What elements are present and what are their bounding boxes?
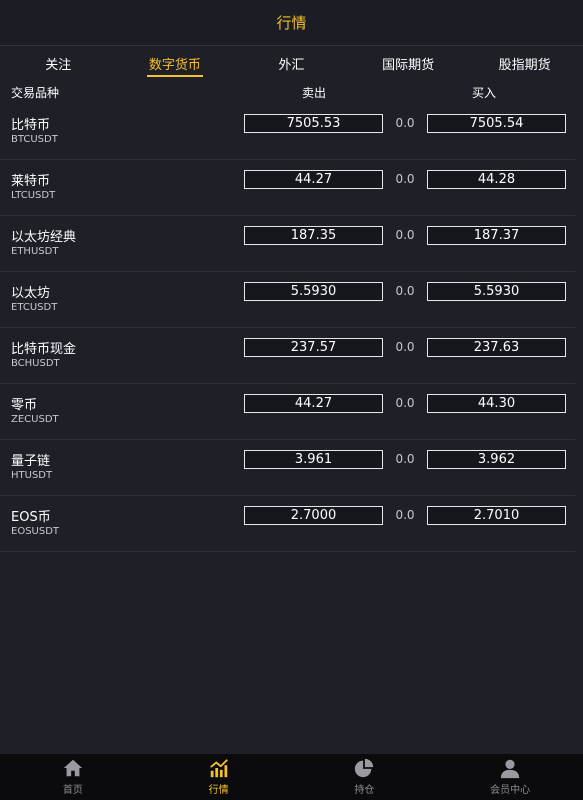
nav-label: 行情	[208, 785, 229, 796]
instrument-name: 比特币现金	[11, 342, 77, 357]
instrument-code: EOSUSDT	[11, 526, 60, 537]
quote-row[interactable]: 比特币现金 BCHUSDT 237.57 0.0 237.63	[0, 328, 575, 384]
home-icon	[63, 759, 83, 777]
column-header: 交易品种 卖出 买入	[0, 80, 583, 104]
page-title: 行情	[276, 14, 307, 32]
tab-label: 股指期货	[498, 57, 551, 73]
market-tabs: 关注 数字货币 外汇 国际期货 股指期货	[0, 46, 583, 80]
buy-price-button[interactable]: 187.37	[427, 226, 566, 245]
instrument-name: EOS币	[11, 510, 51, 525]
nav-label: 持仓	[354, 785, 375, 796]
tab-label: 外汇	[278, 57, 305, 73]
instrument-name: 比特币	[11, 118, 51, 133]
instrument-code: BTCUSDT	[11, 134, 58, 145]
column-buy-header: 买入	[471, 86, 496, 100]
quote-row[interactable]: 零币 ZECUSDT 44.27 0.0 44.30	[0, 384, 575, 440]
price-change: 0.0	[395, 116, 415, 130]
instrument-name: 莱特币	[11, 174, 51, 189]
sell-price-button[interactable]: 237.57	[244, 338, 383, 357]
instrument-name: 量子链	[11, 454, 51, 469]
instrument-code: ZECUSDT	[11, 414, 59, 425]
instrument-code: BCHUSDT	[11, 358, 60, 369]
tab-intl-futures[interactable]: 国际期货	[350, 46, 467, 80]
quote-list: 比特币 BTCUSDT 7505.53 0.0 7505.54 莱特币 LTCU…	[0, 104, 583, 552]
instrument-code: ETCUSDT	[11, 302, 58, 313]
price-change: 0.0	[395, 452, 415, 466]
price-change: 0.0	[395, 396, 415, 410]
price-change: 0.0	[395, 284, 415, 298]
tab-crypto[interactable]: 数字货币	[117, 46, 234, 80]
tab-watchlist[interactable]: 关注	[0, 46, 117, 80]
sell-price-button[interactable]: 187.35	[244, 226, 383, 245]
price-change: 0.0	[395, 508, 415, 522]
buy-price-button[interactable]: 44.28	[427, 170, 566, 189]
pie-icon	[355, 758, 374, 778]
sell-price-button[interactable]: 44.27	[244, 170, 383, 189]
nav-member-center[interactable]: 会员中心	[437, 754, 583, 800]
sell-price-button[interactable]: 3.961	[244, 450, 383, 469]
buy-price-button[interactable]: 237.63	[427, 338, 566, 357]
buy-price-button[interactable]: 5.5930	[427, 282, 566, 301]
chart-icon	[209, 759, 228, 778]
column-sell-header: 卖出	[301, 86, 326, 100]
sell-price-button[interactable]: 44.27	[244, 394, 383, 413]
column-name-header: 交易品种	[11, 86, 60, 100]
quote-row[interactable]: EOS币 EOSUSDT 2.7000 0.0 2.7010	[0, 496, 575, 552]
sell-price-button[interactable]: 2.7000	[244, 506, 383, 525]
quote-row[interactable]: 莱特币 LTCUSDT 44.27 0.0 44.28	[0, 160, 575, 216]
nav-label: 首页	[62, 785, 83, 796]
price-change: 0.0	[395, 228, 415, 242]
nav-positions[interactable]: 持仓	[292, 754, 438, 800]
quote-row[interactable]: 量子链 HTUSDT 3.961 0.0 3.962	[0, 440, 575, 496]
instrument-name: 零币	[11, 398, 38, 413]
instrument-name: 以太坊	[11, 286, 51, 301]
price-change: 0.0	[395, 340, 415, 354]
price-change: 0.0	[395, 172, 415, 186]
instrument-name: 以太坊经典	[11, 230, 77, 245]
tab-label: 国际期货	[382, 57, 435, 73]
user-icon	[500, 759, 520, 779]
sell-price-button[interactable]: 7505.53	[244, 114, 383, 133]
sell-price-button[interactable]: 5.5930	[244, 282, 383, 301]
tab-forex[interactable]: 外汇	[233, 46, 350, 80]
buy-price-button[interactable]: 7505.54	[427, 114, 566, 133]
quote-row[interactable]: 以太坊经典 ETHUSDT 187.35 0.0 187.37	[0, 216, 575, 272]
buy-price-button[interactable]: 3.962	[427, 450, 566, 469]
buy-price-button[interactable]: 2.7010	[427, 506, 566, 525]
buy-price-button[interactable]: 44.30	[427, 394, 566, 413]
nav-label: 会员中心	[490, 785, 531, 796]
tab-label: 数字货币	[148, 57, 201, 73]
nav-home[interactable]: 首页	[0, 754, 146, 800]
bottom-nav: 首页 行情 持仓 会员中心	[0, 754, 583, 800]
tab-index-futures[interactable]: 股指期货	[466, 46, 583, 80]
top-header: 行情	[0, 0, 583, 46]
instrument-code: ETHUSDT	[11, 246, 59, 257]
quote-row[interactable]: 以太坊 ETCUSDT 5.5930 0.0 5.5930	[0, 272, 575, 328]
tab-label: 关注	[45, 57, 72, 73]
instrument-code: LTCUSDT	[11, 190, 56, 201]
nav-market[interactable]: 行情	[146, 754, 292, 800]
quote-row[interactable]: 比特币 BTCUSDT 7505.53 0.0 7505.54	[0, 104, 575, 160]
instrument-code: HTUSDT	[11, 470, 53, 481]
